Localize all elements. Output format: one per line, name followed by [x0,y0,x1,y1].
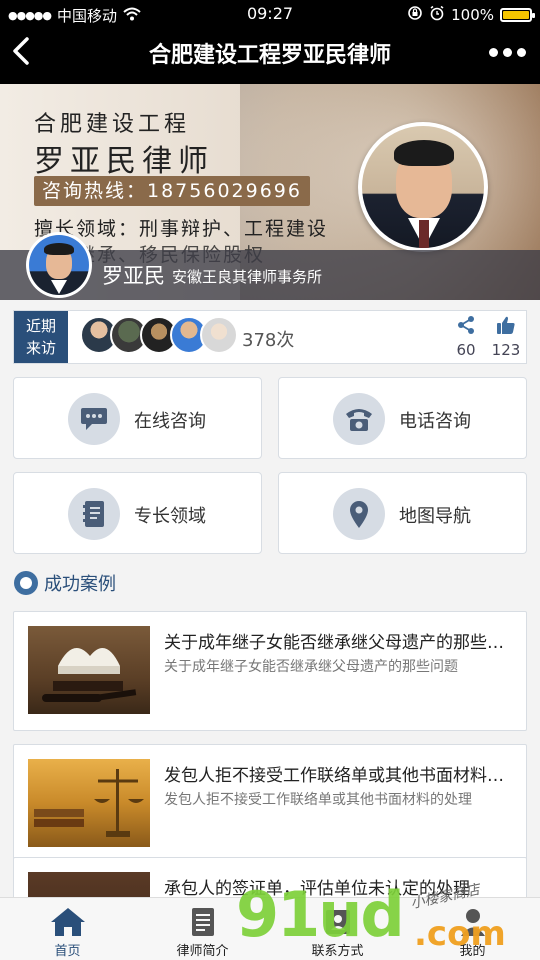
tab-mine[interactable]: 我的 [405,898,540,960]
map-pin-icon [333,488,385,540]
specialty-label: 专长领域 [134,506,206,527]
online-consult-tile[interactable]: 在线咨询 [13,377,262,459]
page-title: 合肥建设工程罗亚民律师 [148,43,391,68]
like-count: 123 [491,341,521,359]
visit-count: 378次 [242,330,295,351]
case-card[interactable]: 关于成年继子女能否继承继父母遗产的那些问题 关于成年继子女能否继承继父母遗产的那… [13,611,527,731]
app-screen: ●●●●● 中国移动 09:27 100% 合肥建设工程罗亚民律师 合肥建设工程… [0,0,540,960]
home-icon [0,906,135,938]
tab-home-label: 首页 [54,944,81,959]
more-dot-icon [517,48,526,57]
avatar-image [29,235,89,295]
bottom-tab-bar: 首页 律师简介 联系方式 我的 [0,897,540,960]
alarm-icon [429,5,445,25]
visitor-avatar[interactable] [200,316,238,354]
recent-visitors-tag-line1: 近期 [26,317,57,335]
more-dot-icon [489,48,498,57]
back-button[interactable] [10,36,40,74]
person-icon [405,906,540,938]
specialty-tile[interactable]: 专长领域 [13,472,262,554]
case-thumbnail-gavel [28,626,150,714]
tab-lawyer-profile[interactable]: 律师简介 [135,898,270,960]
status-right: 100% [407,5,535,25]
profile-name-bar: 罗亚民 安徽王良其律师事务所 [0,232,540,300]
phone-consult-label: 电话咨询 [399,411,471,432]
more-dot-icon [503,48,512,57]
lawyer-portrait-image [362,126,484,248]
recent-visitors-tag: 近期 来访 [14,311,68,363]
tab-home[interactable]: 首页 [0,898,135,960]
profile-card-icon [135,906,270,938]
battery-fill [503,11,529,19]
telephone-icon [333,393,385,445]
online-consult-label: 在线咨询 [134,411,206,432]
chat-bubble-icon [68,393,120,445]
case-summary: 发包人拒不接受工作联络单或其他书面材料的处理 [164,792,472,808]
chevron-left-icon [13,37,29,65]
banner-line2: 罗亚民律师 [34,144,214,179]
share-icon [448,315,484,341]
lawyer-portrait [358,122,488,252]
notebook-icon [68,488,120,540]
visitor-avatars[interactable] [80,316,238,354]
banner-line1: 合肥建设工程 [34,112,191,137]
avatar[interactable] [26,232,92,298]
share-button[interactable]: 60 [448,315,484,359]
nav-bar: 合肥建设工程罗亚民律师 [0,28,540,84]
map-navigation-tile[interactable]: 地图导航 [278,472,527,554]
recent-visitors-tag-line2: 来访 [26,339,57,357]
map-navigation-label: 地图导航 [399,506,471,527]
recent-visitors: 近期 来访 378次 60 123 [13,310,527,364]
tab-contact[interactable]: 联系方式 [270,898,405,960]
like-button[interactable]: 123 [488,315,524,359]
case-summary: 关于成年继子女能否继承继父母遗产的那些问题 [164,659,458,675]
gavel-books-image [42,648,137,702]
share-count: 60 [456,341,476,359]
phone-consult-tile[interactable]: 电话咨询 [278,377,527,459]
tab-lawyer-profile-label: 律师简介 [176,944,229,959]
lawyer-name: 罗亚民 [102,264,165,288]
banner-specialty-1: 擅长领域：刑事辩护、工程建设 [34,218,329,240]
law-firm: 安徽王良其律师事务所 [172,268,323,286]
contact-icon [270,906,405,938]
tab-contact-label: 联系方式 [311,944,364,959]
battery-icon [500,8,535,22]
status-bar: ●●●●● 中国移动 09:27 100% [0,0,540,28]
section-badge-icon [14,571,38,595]
thumbs-up-icon [488,315,524,341]
case-card[interactable]: 发包人拒不接受工作联络单或其他书面材料的处理 发包人拒不接受工作联络单或其他书面… [13,744,527,864]
success-cases-header: 成功案例 [14,570,116,596]
banner-hotline: 咨询热线：18756029696 [34,176,310,206]
tab-mine-label: 我的 [459,944,486,959]
more-button[interactable] [489,48,526,57]
case-title: 承包人的签证单，评估单位未认定的处理 [164,879,470,899]
battery-percent: 100% [451,6,494,24]
case-thumbnail-scales [28,759,150,847]
scales-of-justice-image [34,769,144,837]
success-cases-title: 成功案例 [44,574,116,595]
case-title: 发包人拒不接受工作联络单或其他书面材料的处理 [164,766,514,786]
rotation-lock-icon [407,5,423,25]
case-title: 关于成年继子女能否继承继父母遗产的那些问题 [164,633,514,653]
